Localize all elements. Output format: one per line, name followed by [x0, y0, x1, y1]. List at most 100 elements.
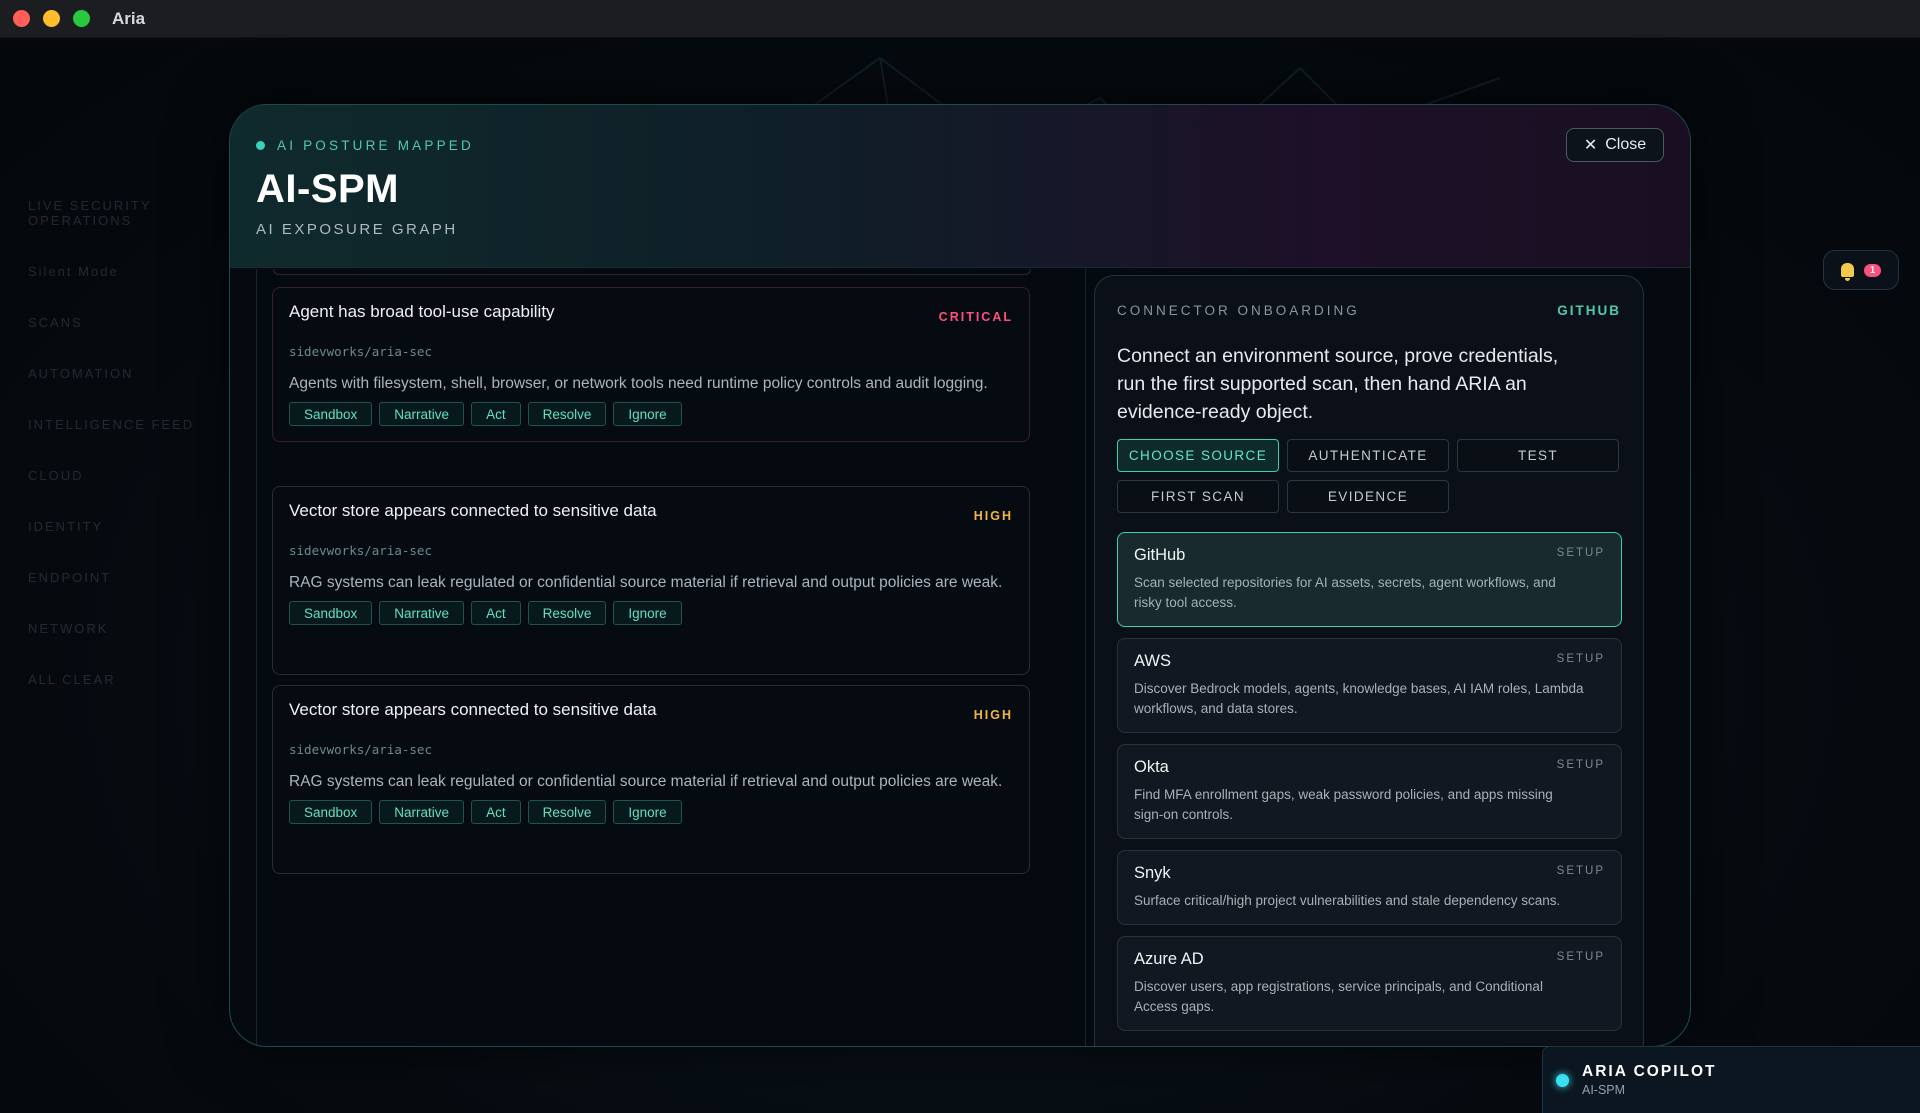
step-first-scan[interactable]: FIRST SCAN	[1117, 480, 1279, 513]
source-card-okta[interactable]: Okta SETUP Find MFA enrollment gaps, wea…	[1117, 744, 1622, 839]
finding-description: RAG systems can leak regulated or confid…	[289, 574, 1003, 591]
close-modal-button[interactable]: ✕ Close	[1566, 128, 1664, 162]
source-name: Azure AD	[1134, 950, 1204, 968]
bell-icon	[1840, 263, 1854, 281]
ignore-button[interactable]: Ignore	[613, 800, 682, 824]
finding-card[interactable]: Vector store appears connected to sensit…	[272, 685, 1030, 874]
notifications-button[interactable]: 1	[1823, 250, 1899, 290]
modal-eyebrow: AI POSTURE MAPPED	[256, 138, 474, 153]
finding-description: RAG systems can leak regulated or confid…	[289, 773, 1003, 790]
modal-title: AI-SPM	[256, 167, 399, 211]
source-description: Discover users, app registrations, servi…	[1134, 979, 1543, 1014]
app-title: Aria	[112, 8, 146, 28]
act-button[interactable]: Act	[471, 800, 521, 824]
copilot-subtitle: AI-SPM	[1582, 1083, 1626, 1097]
finding-repo: sidevworks/aria-sec	[289, 543, 432, 558]
act-button[interactable]: Act	[471, 402, 521, 426]
bg-sidebar-row: CLOUD	[28, 468, 84, 483]
resolve-button[interactable]: Resolve	[527, 601, 607, 625]
finding-actions: Sandbox Narrative Act Resolve Ignore	[289, 601, 1013, 625]
copilot-status-dot-icon	[1556, 1073, 1569, 1087]
close-window-button[interactable]	[13, 10, 30, 27]
close-button-label: Close	[1605, 136, 1647, 153]
source-list: GitHub SETUP Scan selected repositories …	[1117, 532, 1622, 1042]
connector-intro: Connect an environment source, prove cre…	[1117, 345, 1559, 423]
source-card-azure-ad[interactable]: Azure AD SETUP Discover users, app regis…	[1117, 936, 1622, 1031]
connector-label: CONNECTOR ONBOARDING	[1117, 303, 1360, 318]
source-name: Snyk	[1134, 864, 1171, 882]
status-dot-icon	[256, 141, 265, 150]
finding-description: Agents with filesystem, shell, browser, …	[289, 375, 988, 392]
source-setup-tag: SETUP	[1556, 951, 1605, 963]
findings-list[interactable]: Agent has broad tool-use capability CRIT…	[256, 269, 1086, 1046]
bg-sidebar-row: ENDPOINT	[28, 570, 112, 585]
bg-sidebar-row: ALL CLEAR	[28, 672, 116, 687]
finding-actions: Sandbox Narrative Act Resolve Ignore	[289, 800, 1013, 824]
source-card-aws[interactable]: AWS SETUP Discover Bedrock models, agent…	[1117, 638, 1622, 733]
sandbox-button[interactable]: Sandbox	[289, 601, 373, 625]
source-name: AWS	[1134, 652, 1171, 670]
notification-count-badge: 1	[1863, 263, 1882, 277]
aria-copilot-launcher[interactable]: ARIA COPILOT AI-SPM	[1542, 1046, 1920, 1113]
source-card-github[interactable]: GitHub SETUP Scan selected repositories …	[1117, 532, 1622, 627]
close-icon: ✕	[1583, 137, 1598, 154]
modal-header: AI POSTURE MAPPED AI-SPM AI EXPOSURE GRA…	[230, 105, 1690, 268]
onboarding-steps: CHOOSE SOURCE AUTHENTICATE TEST FIRST SC…	[1117, 439, 1622, 513]
source-setup-tag: SETUP	[1556, 865, 1605, 877]
source-name: GitHub	[1134, 546, 1186, 564]
step-authenticate[interactable]: AUTHENTICATE	[1287, 439, 1449, 472]
finding-card[interactable]: Agent has broad tool-use capability CRIT…	[272, 287, 1030, 442]
ignore-button[interactable]: Ignore	[613, 601, 682, 625]
bg-sidebar-row: LIVE SECURITY OPERATIONS	[28, 198, 152, 228]
step-test[interactable]: TEST	[1457, 439, 1619, 472]
source-description: Surface critical/high project vulnerabil…	[1134, 893, 1561, 908]
source-description: Discover Bedrock models, agents, knowled…	[1134, 681, 1584, 716]
severity-badge: HIGH	[973, 708, 1013, 722]
resolve-button[interactable]: Resolve	[527, 800, 607, 824]
bg-sidebar-row: SCANS	[28, 315, 83, 330]
finding-card[interactable]: Vector store appears connected to sensit…	[272, 486, 1030, 675]
finding-title: Vector store appears connected to sensit…	[289, 501, 657, 520]
finding-actions: Sandbox Narrative Act Resolve Ignore	[289, 402, 1013, 426]
copilot-title: ARIA COPILOT	[1582, 1063, 1717, 1080]
bg-sidebar-row: Silent Mode	[28, 264, 119, 279]
sandbox-button[interactable]: Sandbox	[289, 800, 373, 824]
connector-onboarding-panel[interactable]: CONNECTOR ONBOARDING GITHUB Connect an e…	[1094, 275, 1644, 1046]
sandbox-button[interactable]: Sandbox	[289, 402, 373, 426]
minimize-window-button[interactable]	[43, 10, 60, 27]
previous-finding-edge	[273, 269, 1031, 275]
narrative-button[interactable]: Narrative	[379, 800, 465, 824]
act-button[interactable]: Act	[471, 601, 521, 625]
narrative-button[interactable]: Narrative	[379, 402, 465, 426]
source-setup-tag: SETUP	[1556, 547, 1605, 559]
step-choose-source[interactable]: CHOOSE SOURCE	[1117, 439, 1279, 472]
connector-provider: GITHUB	[1557, 303, 1621, 318]
finding-repo: sidevworks/aria-sec	[289, 742, 432, 757]
step-evidence[interactable]: EVIDENCE	[1287, 480, 1449, 513]
finding-title: Vector store appears connected to sensit…	[289, 700, 657, 719]
bg-sidebar-row: AUTOMATION	[28, 366, 134, 381]
narrative-button[interactable]: Narrative	[379, 601, 465, 625]
source-description: Find MFA enrollment gaps, weak password …	[1134, 787, 1553, 822]
bg-sidebar-row: IDENTITY	[28, 519, 104, 534]
finding-repo: sidevworks/aria-sec	[289, 344, 432, 359]
eyebrow-text: AI POSTURE MAPPED	[277, 138, 474, 153]
modal-subtitle: AI EXPOSURE GRAPH	[256, 221, 458, 238]
ignore-button[interactable]: Ignore	[613, 402, 682, 426]
window-controls	[13, 10, 90, 27]
source-setup-tag: SETUP	[1556, 653, 1605, 665]
bg-sidebar-row: INTELLIGENCE FEED	[28, 417, 195, 432]
resolve-button[interactable]: Resolve	[527, 402, 607, 426]
bg-sidebar-row: NETWORK	[28, 621, 109, 636]
severity-badge: HIGH	[973, 509, 1013, 523]
background-sidebar: LIVE SECURITY OPERATIONS Silent Mode SCA…	[0, 38, 250, 1113]
source-card-snyk[interactable]: Snyk SETUP Surface critical/high project…	[1117, 850, 1622, 925]
ai-spm-modal: AI POSTURE MAPPED AI-SPM AI EXPOSURE GRA…	[229, 104, 1691, 1047]
connector-header: CONNECTOR ONBOARDING GITHUB	[1117, 303, 1621, 318]
window-titlebar: Aria	[0, 0, 1920, 38]
source-name: Okta	[1134, 758, 1169, 776]
source-description: Scan selected repositories for AI assets…	[1134, 575, 1556, 610]
zoom-window-button[interactable]	[73, 10, 90, 27]
finding-title: Agent has broad tool-use capability	[289, 302, 555, 321]
source-setup-tag: SETUP	[1556, 759, 1605, 771]
